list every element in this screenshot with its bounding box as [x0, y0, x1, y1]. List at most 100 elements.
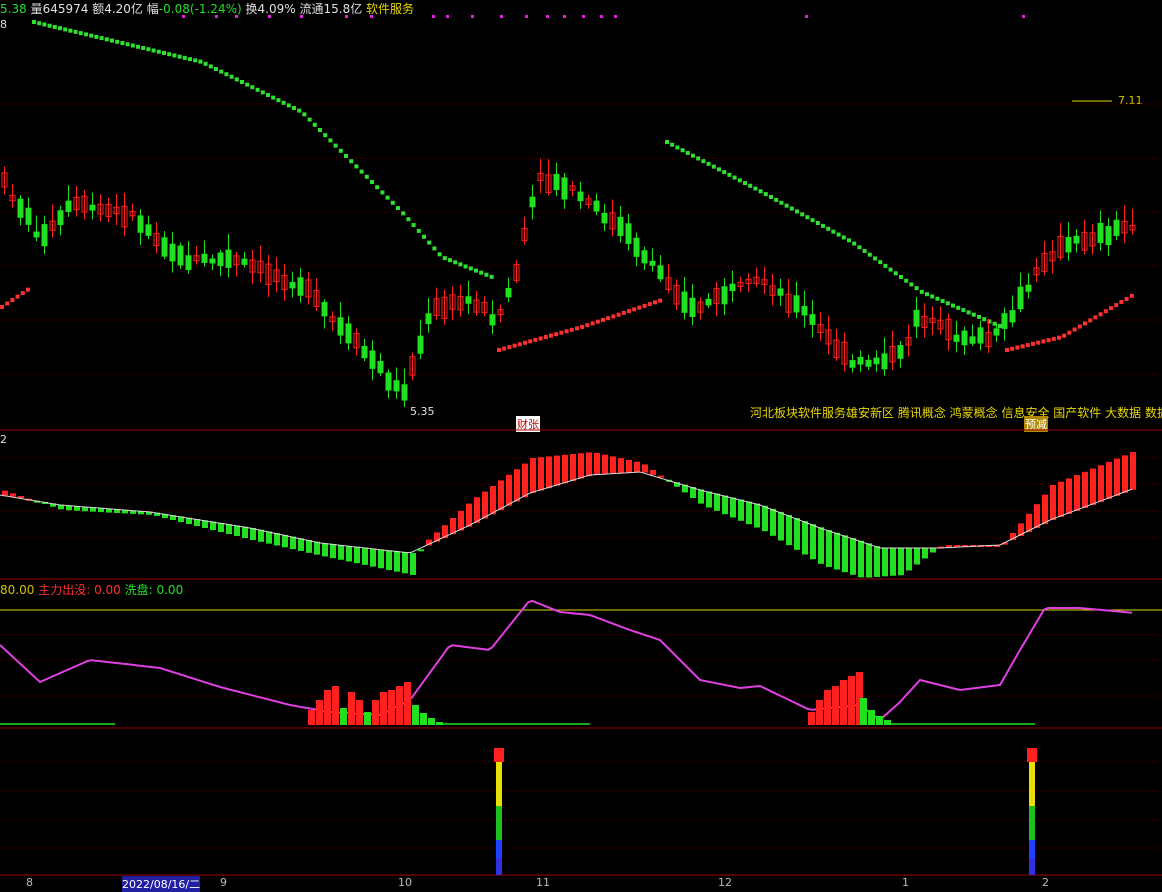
candle-body: [401, 384, 408, 401]
stop-dot-red: [1098, 312, 1103, 317]
stop-dot-green: [919, 289, 924, 294]
candle-body: [913, 309, 920, 327]
stop-dot-green: [961, 308, 966, 313]
stop-dot-green: [234, 77, 239, 82]
stop-dot-green: [182, 55, 187, 60]
stop-dot-green: [203, 61, 208, 66]
stop-dot-green: [162, 50, 166, 55]
main-force-bar: [832, 686, 839, 725]
stop-dot-red: [523, 340, 527, 345]
stop-dot-green: [401, 211, 406, 216]
candle-body: [57, 210, 64, 226]
candle-body: [1105, 226, 1112, 246]
stop-dot-green: [685, 150, 690, 155]
stop-dot-green: [349, 159, 354, 164]
stop-dot-red: [1046, 338, 1051, 343]
trend-bar: [282, 534, 288, 548]
candle-body: [425, 313, 432, 324]
candle-body: [417, 335, 424, 354]
stop-dot-green: [893, 271, 898, 276]
candle-body: [601, 212, 608, 224]
stop-dot-green: [255, 87, 260, 92]
stop-dot-red: [1119, 300, 1124, 305]
stop-dot-green: [458, 262, 463, 267]
stop-dot-red: [637, 305, 642, 310]
trend-bar: [626, 459, 632, 473]
trend-bar: [346, 545, 352, 562]
stop-dot-green: [136, 44, 140, 49]
candle-body: [385, 372, 392, 391]
trend-bar: [306, 540, 312, 553]
candle-body: [897, 345, 904, 359]
candle-body: [17, 198, 24, 218]
candle-body: [561, 177, 568, 200]
candle-body: [977, 327, 984, 344]
signal-column-base: [496, 858, 502, 875]
trend-bar: [554, 455, 560, 486]
stop-dot-green: [390, 200, 395, 205]
stop-dot-green: [416, 228, 421, 233]
stop-dot-green: [711, 164, 716, 169]
stop-dot-green: [800, 212, 805, 217]
trend-bar: [274, 533, 280, 546]
trend-bar: [810, 524, 816, 560]
stop-dot-green: [940, 299, 945, 304]
stock-chart[interactable]: [0, 0, 1162, 886]
stop-dot-green: [260, 90, 265, 95]
stop-dot-green: [307, 117, 312, 122]
signal-column-red: [494, 748, 504, 762]
trend-bar: [922, 548, 928, 559]
trend-bar: [530, 458, 536, 493]
candle-body: [41, 224, 48, 247]
trend-bar: [10, 493, 16, 497]
candle-body: [1001, 313, 1008, 329]
stop-dot-green: [146, 47, 151, 52]
stop-dot-green: [120, 41, 125, 46]
stop-dot-green: [706, 161, 711, 166]
stop-dot-red: [569, 327, 574, 332]
trend-bar: [722, 495, 728, 515]
stop-dot-green: [37, 21, 42, 26]
candle-body: [553, 173, 560, 190]
candle-body: [321, 301, 328, 317]
candle-body: [969, 336, 976, 344]
stop-dot-green: [328, 138, 333, 143]
stop-dot-green: [821, 223, 825, 228]
trend-bar: [618, 458, 624, 474]
stop-dot-green: [831, 229, 836, 234]
stop-dot-red: [5, 301, 10, 306]
trend-bar: [746, 501, 752, 525]
candle-body: [577, 191, 584, 202]
trend-bar: [386, 550, 392, 570]
stop-dot-green: [437, 252, 442, 257]
signal-dot-14: [582, 15, 585, 18]
main-force-bar: [316, 700, 323, 725]
stop-dot-green: [448, 258, 452, 263]
stop-dot-green: [281, 100, 286, 105]
trend-bar: [242, 526, 248, 538]
stop-dot-red: [1015, 345, 1020, 350]
x-axis-label: 2: [1042, 876, 1049, 889]
candle-body: [177, 245, 184, 266]
stop-dot-green: [836, 232, 841, 237]
signal-dot-17: [805, 15, 808, 18]
signal-column-blue: [496, 840, 502, 858]
trend-bar: [482, 491, 488, 519]
stop-dot-green: [753, 186, 758, 191]
main-force-bar: [388, 690, 395, 725]
wash-bar: [884, 720, 891, 725]
main-force-bar: [332, 686, 339, 725]
main-force-bar: [324, 690, 331, 725]
trend-bar: [402, 552, 408, 574]
trend-bar: [410, 553, 416, 575]
stop-dot-green: [250, 85, 255, 90]
candle-body: [361, 345, 368, 359]
stop-dot-red: [1005, 348, 1009, 352]
stop-dot-green: [375, 185, 380, 190]
stop-dot-red: [580, 324, 585, 329]
stop-dot-red: [528, 339, 533, 344]
trend-bar: [858, 540, 864, 578]
stop-dot-green: [748, 183, 753, 188]
stop-dot-green: [125, 42, 130, 47]
signal-dot-6: [370, 15, 373, 18]
